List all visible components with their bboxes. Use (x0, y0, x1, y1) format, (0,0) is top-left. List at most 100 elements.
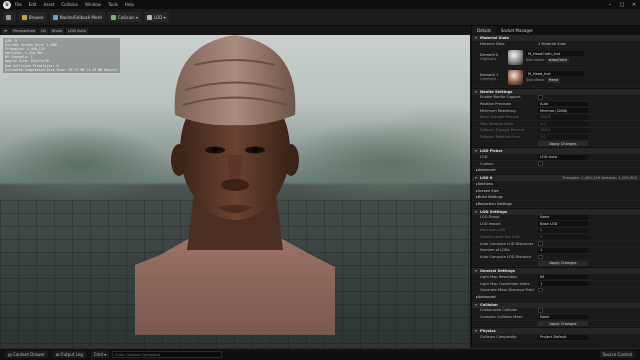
property-label: Minimum LOD (480, 228, 506, 233)
property-label: Quality Level Min LOD (480, 235, 520, 240)
property-value[interactable]: None (538, 214, 588, 220)
material-picker[interactable]: M_Head_Inst (526, 71, 584, 77)
property-row: Number of LODs 1 (472, 247, 640, 255)
minimize-icon[interactable]: – (604, 2, 616, 8)
slot-name-field[interactable]: Head (546, 78, 561, 83)
property-row: Fallback Relative Error 1.0 (472, 134, 640, 141)
element-label: Element 1 Highlight (480, 72, 499, 82)
checkbox[interactable] (538, 95, 543, 100)
property-value[interactable]: 1.0 (538, 134, 588, 140)
nanite-fallback-button[interactable]: Nanite/Fallback Mesh (49, 12, 105, 22)
source-control-button[interactable]: Source Control (599, 351, 635, 358)
checkbox[interactable] (538, 161, 543, 166)
section-lod0[interactable]: ▾ LOD 0 Triangles: 1,400,129 Vertices: 1,2… (472, 174, 640, 182)
apply-changes-button[interactable]: Apply Changes (538, 321, 588, 326)
menu-tools[interactable]: Tools (108, 2, 118, 7)
property-value[interactable]: 1 (538, 247, 588, 253)
menu-collision[interactable]: Collision (61, 2, 78, 7)
property-row[interactable]: ▸ Sections (472, 181, 640, 188)
property-value[interactable]: None (538, 314, 588, 320)
property-value[interactable]: LOD Auto (538, 154, 588, 160)
property-row: LOD Group None (472, 214, 640, 222)
property-row[interactable]: ▸ Build Settings (472, 194, 640, 201)
close-icon[interactable]: ✕ (628, 2, 640, 8)
material-thumbnail[interactable] (508, 69, 523, 85)
row-value: 2 Material Slots (538, 41, 566, 46)
property-row[interactable]: ▸ Reduction Settings (472, 201, 640, 208)
property-row: Apply Changes (472, 321, 640, 328)
apply-changes-button[interactable]: Apply Changes (538, 261, 588, 266)
tab-details[interactable]: Details (472, 26, 496, 34)
content-drawer-button[interactable]: ▤ Content Drawer (5, 351, 48, 358)
checkbox[interactable] (538, 287, 543, 293)
property-row: Enable Nanite Support (472, 95, 640, 102)
property-value[interactable]: Base LOD (538, 221, 588, 227)
maximize-icon[interactable]: □ (616, 2, 628, 8)
nanite-label: Nanite/Fallback Mesh (59, 14, 102, 20)
property-value[interactable]: Auto (538, 101, 588, 107)
property-label: Advanced (477, 168, 496, 173)
property-row[interactable]: ▸ Advanced (472, 294, 640, 301)
property-row: Minimum LOD 0 (472, 228, 640, 235)
lod-settings-rows: LOD Group None LOD Import Base LOD Minimum L… (472, 214, 640, 268)
section-lod-picker[interactable]: ▾ LOD Picker (472, 147, 640, 155)
property-value[interactable]: 100.0 (538, 114, 588, 120)
property-value[interactable]: 0.0 (538, 121, 588, 127)
property-value[interactable]: Project Default (538, 334, 588, 340)
property-row[interactable]: ▸ Advanced (472, 168, 640, 175)
section-lod-settings[interactable]: ▾ LOD Settings (472, 207, 640, 215)
property-row: Keep Triangle Percent 100.0 (472, 114, 640, 121)
lit-button[interactable]: Lit (39, 27, 48, 34)
lod-button[interactable]: LOD ▾ (144, 12, 169, 22)
slot-name-field[interactable]: wrapCloth (546, 58, 569, 63)
show-button[interactable]: Show (49, 27, 65, 34)
general-rows: Light Map Resolution 64 Light Map Coordina… (472, 274, 640, 301)
viewport-options-button[interactable]: ≡ (2, 27, 10, 34)
property-row[interactable]: ▸ Screen Size (472, 188, 640, 195)
property-label: Light Map Coordinate Index (480, 281, 530, 286)
section-material-slots[interactable]: ▾ Material Slots (472, 34, 640, 41)
output-log-button[interactable]: ≣ Output Log (52, 351, 86, 358)
stat-line: Estimated Compressed Disk Size: 99.27 MB… (5, 67, 119, 72)
property-value[interactable]: 0 (538, 234, 588, 240)
property-value[interactable]: Minimal (32KB) (538, 108, 588, 113)
head-bust-mesh (135, 35, 335, 335)
property-label: Reduction Settings (477, 201, 512, 206)
property-label: Customized Collision (480, 308, 518, 313)
chevron-down-icon: ▾ (134, 14, 139, 20)
lod-auto-button[interactable]: LOD Auto (66, 27, 89, 34)
section-general-settings[interactable]: ▾ General Settings (472, 267, 640, 275)
property-value[interactable]: 0 (538, 228, 588, 233)
menu-edit[interactable]: Edit (29, 2, 37, 7)
checkbox[interactable] (538, 254, 543, 260)
property-value[interactable]: 64 (538, 274, 588, 280)
property-label: Trim Relative Error (480, 121, 514, 126)
browse-button[interactable]: Browse (19, 12, 47, 22)
section-physics[interactable]: ▾ Physics (472, 327, 640, 335)
checkbox[interactable] (538, 241, 543, 246)
window-controls: – □ ✕ (604, 2, 640, 8)
material-picker[interactable]: M_HeadCloth_Inst (526, 51, 584, 57)
menu-window[interactable]: Window (85, 2, 101, 7)
menu-file[interactable]: File (15, 2, 22, 7)
apply-changes-button[interactable]: Apply Changes (538, 141, 588, 146)
checkbox[interactable] (538, 308, 543, 313)
property-label: LOD (480, 155, 488, 160)
material-thumbnail[interactable] (508, 49, 523, 65)
property-row: Position Precision Auto (472, 101, 640, 108)
menu-help[interactable]: Help (125, 2, 134, 7)
section-nanite-settings[interactable]: ▾ Nanite Settings (472, 87, 640, 95)
menu-asset[interactable]: Asset (43, 2, 54, 7)
console-input[interactable] (112, 351, 223, 358)
property-label: Auto Compute LOD Distance (480, 254, 532, 259)
perspective-button[interactable]: Perspective (11, 27, 38, 34)
property-value[interactable]: 1 (538, 281, 588, 287)
cmd-button[interactable]: Cmd ▾ (90, 351, 110, 358)
tab-socket-manager[interactable]: Socket Manager (496, 26, 538, 34)
section-collision[interactable]: ▾ Collision (472, 300, 640, 308)
save-button[interactable] (3, 12, 16, 22)
collision-button[interactable]: Collision ▾ (107, 12, 142, 22)
mesh-viewport[interactable]: LOD: 0 Current Screen Size: 1.000 Triang… (0, 35, 470, 348)
property-value[interactable]: 100.0 (538, 127, 588, 133)
menu-bar: U File Edit Asset Collision Window Tools… (0, 0, 640, 9)
